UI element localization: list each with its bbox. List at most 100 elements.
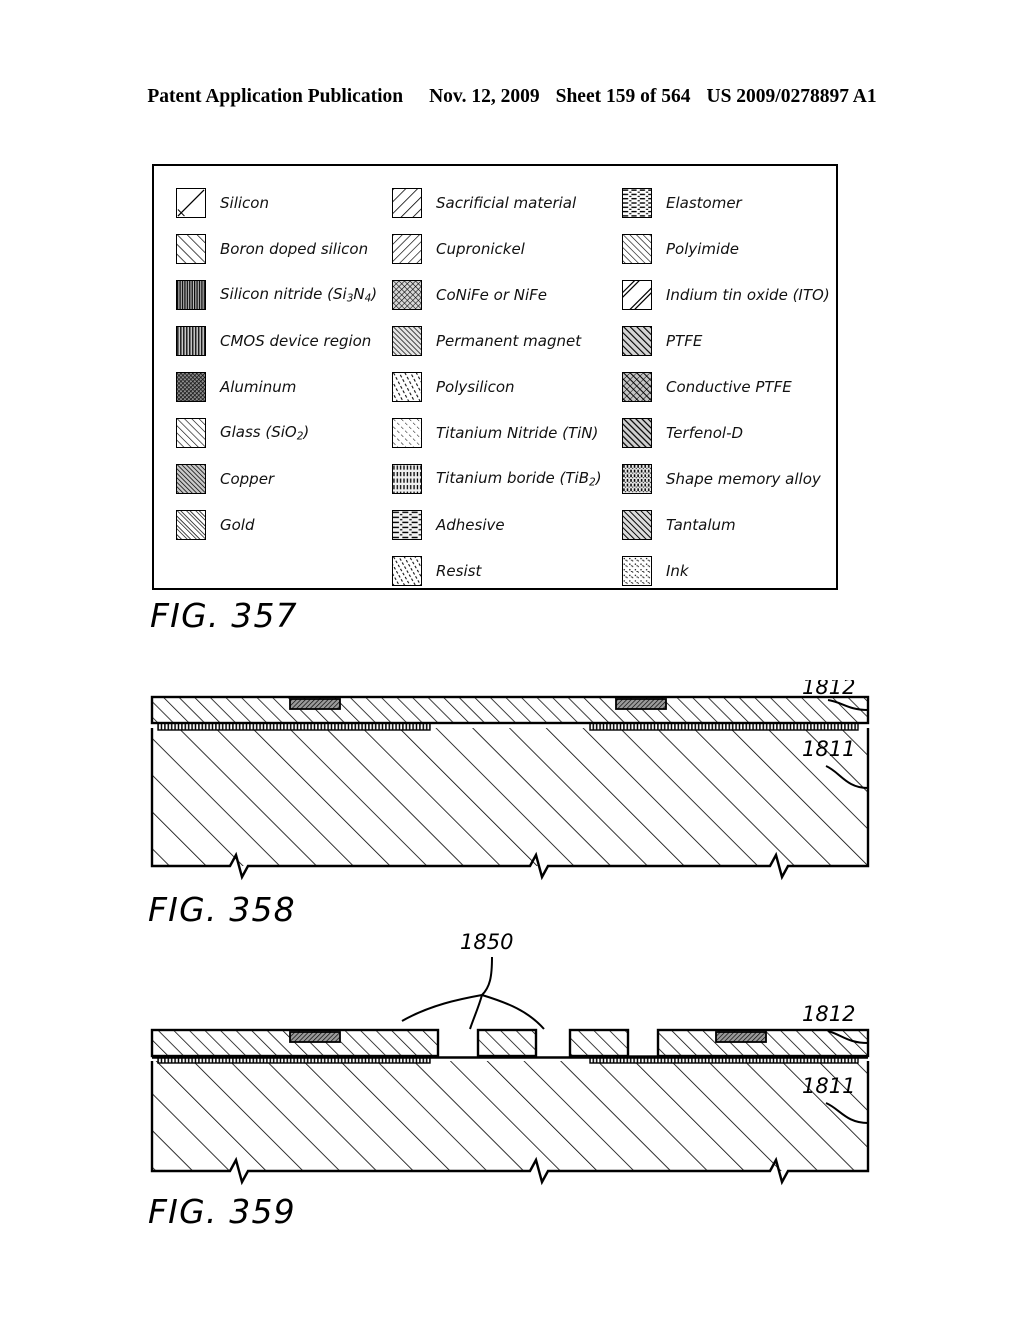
legend-swatch-diagonal-bold-dark-icon xyxy=(622,326,652,356)
legend-swatch-diagonal-rev-med-icon xyxy=(392,234,422,264)
legend-swatch-wide-diagonal-band-icon xyxy=(622,280,652,310)
legend-item: Sacrificial material xyxy=(392,180,628,226)
legend-item-label: CoNiFe or NiFe xyxy=(436,285,548,304)
legend-column-2: Sacrificial material Cupronickel CoNiFe o… xyxy=(392,180,628,594)
glass-layer-1812 xyxy=(150,695,870,725)
legend-item-label: Sacrificial material xyxy=(436,193,577,212)
legend-swatch-diagonal-sparse-icon xyxy=(392,418,422,448)
legend-item-label: Conductive PTFE xyxy=(666,377,792,396)
legend-item-label: Aluminum xyxy=(220,377,297,396)
legend-item-label: Polyimide xyxy=(666,239,739,258)
legend-item-label: Gold xyxy=(220,515,255,534)
ref-numeral-1812: 1812 xyxy=(802,680,855,699)
legend-swatch-vertical-dense-icon xyxy=(176,280,206,310)
header-publication: Patent Application Publication xyxy=(147,86,404,107)
legend-item: Resist xyxy=(392,548,628,594)
legend-item-label: Glass (SiO2) xyxy=(220,422,310,442)
legend-column-1: Silicon Boron doped silicon Silicon nitri… xyxy=(176,180,404,548)
ref-numeral-1812-359: 1812 xyxy=(802,1002,855,1026)
legend-item-label: CMOS device region xyxy=(220,331,372,350)
legend-swatch-crosshatch-fine-icon xyxy=(176,372,206,402)
aluminum-block-right xyxy=(615,698,667,710)
legend-item: Tantalum xyxy=(622,502,840,548)
legend-swatch-diagonal-thick-dark-icon xyxy=(622,418,652,448)
figure-358-drawing: 1812 1811 xyxy=(150,680,870,881)
aluminum-block-left-359 xyxy=(289,1031,341,1043)
legend-swatch-vertical-dotted-icon xyxy=(622,464,652,494)
glass-island-2 xyxy=(568,1028,630,1058)
legend-item-label: Titanium Nitride (TiN) xyxy=(436,423,599,442)
leader-line-1850-stem xyxy=(481,956,493,996)
header-patent-number: US 2009/0278897 A1 xyxy=(706,86,877,107)
legend-item-label: Ink xyxy=(666,561,689,580)
legend-swatch-horizontal-dashes-icon xyxy=(622,188,652,218)
aluminum-block-left xyxy=(289,698,341,710)
ref-numeral-1811-359: 1811 xyxy=(802,1074,855,1098)
leader-line-1850-middle xyxy=(469,994,483,1030)
legend-item: CoNiFe or NiFe xyxy=(392,272,628,318)
legend-swatch-diagonal-med-rev-icon xyxy=(622,234,652,264)
legend-item: CMOS device region xyxy=(176,318,404,364)
legend-item: Indium tin oxide (ITO) xyxy=(622,272,840,318)
legend-item-label: Shape memory alloy xyxy=(666,469,821,488)
legend-swatch-diagonal-hatch-tight-icon xyxy=(392,326,422,356)
legend-item-label: Titanium boride (TiB2) xyxy=(436,468,602,488)
legend-item: Silicon xyxy=(176,180,404,226)
legend-item: Polysilicon xyxy=(392,364,628,410)
legend-item: Permanent magnet xyxy=(392,318,628,364)
legend-item-label: Cupronickel xyxy=(436,239,525,258)
legend-item-label: Tantalum xyxy=(666,515,736,534)
legend-item: Titanium boride (TiB2) xyxy=(392,456,628,502)
legend-item-label: Copper xyxy=(220,469,275,488)
header-date: Nov. 12, 2009 xyxy=(429,86,540,107)
aluminum-block-right-359 xyxy=(715,1031,767,1043)
legend-item-label: PTFE xyxy=(666,331,703,350)
legend-swatch-horizontal-dashed-icon xyxy=(392,510,422,540)
legend-item-label: Adhesive xyxy=(436,515,505,534)
legend-swatch-vertical-dashed-icon xyxy=(392,464,422,494)
figure-caption-358: FIG. 358 xyxy=(148,890,296,929)
legend-item: Terfenol-D xyxy=(622,410,840,456)
legend-item: Elastomer xyxy=(622,180,840,226)
legend-item: Polyimide xyxy=(622,226,840,272)
legend-item: PTFE xyxy=(622,318,840,364)
legend-item-label: Terfenol-D xyxy=(666,423,744,442)
legend-item: Boron doped silicon xyxy=(176,226,404,272)
legend-item-label: Permanent magnet xyxy=(436,331,582,350)
page-header: Patent Application Publication Nov. 12, 2… xyxy=(0,86,1024,108)
legend-swatch-diagonal-hatch-med-icon xyxy=(176,418,206,448)
ref-numeral-1811: 1811 xyxy=(802,737,855,761)
legend-item-label: Silicon nitride (Si3N4) xyxy=(220,284,378,304)
figure-caption-359: FIG. 359 xyxy=(148,1192,296,1231)
legend-item-label: Resist xyxy=(436,561,482,580)
substrate-silicon-fill xyxy=(152,728,868,866)
legend-swatch-tick-marks-icon xyxy=(392,556,422,586)
legend-swatch-diagonal-dense-dark-icon xyxy=(176,464,206,494)
legend-swatch-diagonal-dark-med-icon xyxy=(622,510,652,540)
legend-item: Aluminum xyxy=(176,364,404,410)
legend-swatch-single-diagonal-icon xyxy=(176,188,206,218)
leader-line-1850-left xyxy=(401,994,483,1022)
legend-item: Conductive PTFE xyxy=(622,364,840,410)
legend-item: Glass (SiO2) xyxy=(176,410,404,456)
legend-swatch-diagonal-double-icon xyxy=(176,510,206,540)
ref-numeral-1850: 1850 xyxy=(460,930,513,954)
legend-swatch-vertical-medium-icon xyxy=(176,326,206,356)
legend-item-label: Boron doped silicon xyxy=(220,239,369,258)
legend-column-3: Elastomer Polyimide Indium tin oxide (ITO… xyxy=(622,180,840,594)
legend-item-label: Silicon xyxy=(220,193,269,212)
legend-item: Titanium Nitride (TiN) xyxy=(392,410,628,456)
figure-caption-357: FIG. 357 xyxy=(150,596,298,635)
legend-swatch-diagonal-hatch-wide-icon xyxy=(176,234,206,264)
substrate-silicon-fill-359 xyxy=(152,1061,868,1171)
legend-item-label: Indium tin oxide (ITO) xyxy=(666,285,830,304)
legend-box: Silicon Boron doped silicon Silicon nitri… xyxy=(152,164,838,590)
legend-item: Ink xyxy=(622,548,840,594)
legend-swatch-diagonal-wide-rev-icon xyxy=(392,188,422,218)
legend-swatch-diagonal-bold-cross-icon xyxy=(622,372,652,402)
legend-swatch-short-dashes-diag-icon xyxy=(392,372,422,402)
leader-line-1850-right xyxy=(481,994,545,1030)
legend-item: Silicon nitride (Si3N4) xyxy=(176,272,404,318)
legend-item: Copper xyxy=(176,456,404,502)
legend-item-label: Polysilicon xyxy=(436,377,515,396)
